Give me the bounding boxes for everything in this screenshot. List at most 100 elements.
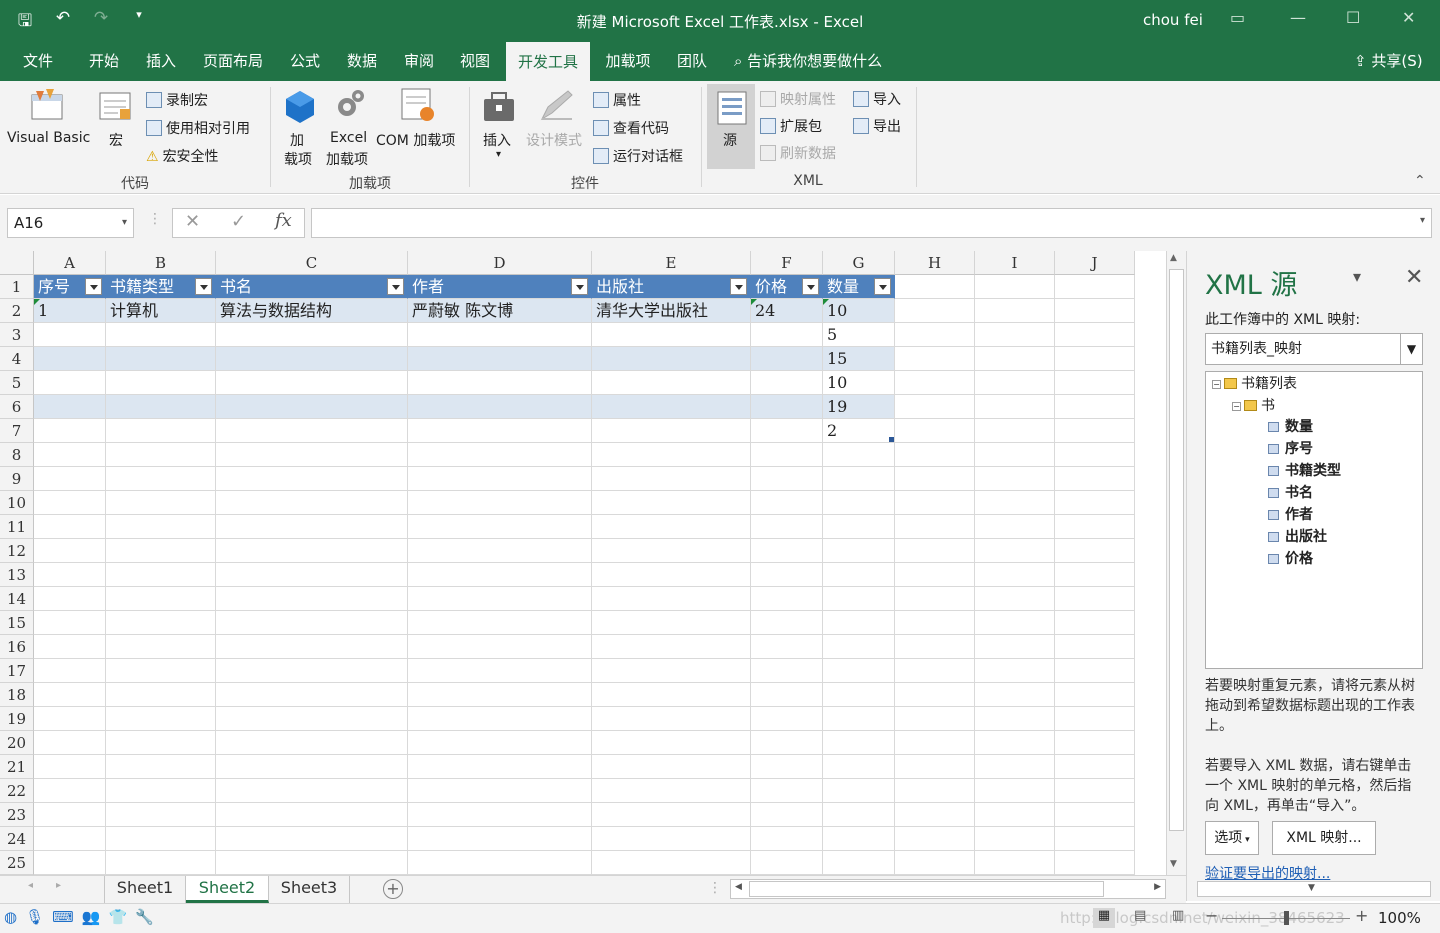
cell-h1[interactable] (895, 275, 975, 299)
cell-e11[interactable] (592, 515, 751, 539)
cell-d15[interactable] (408, 611, 592, 635)
properties-button[interactable]: 属性 (593, 90, 641, 110)
cell-c25[interactable] (216, 851, 408, 875)
cell-g5[interactable]: 10 (823, 371, 895, 395)
cell-j4[interactable] (1055, 347, 1135, 371)
scroll-up-icon[interactable]: ▲ (1170, 253, 1177, 263)
row-header-22[interactable]: 22 (0, 779, 34, 803)
cell-a25[interactable] (34, 851, 106, 875)
cell-f16[interactable] (751, 635, 823, 659)
cell-d6[interactable] (408, 395, 592, 419)
row-header-3[interactable]: 3 (0, 323, 34, 347)
cell-i17[interactable] (975, 659, 1055, 683)
row-header-16[interactable]: 16 (0, 635, 34, 659)
cell-j22[interactable] (1055, 779, 1135, 803)
cell-a5[interactable] (34, 371, 106, 395)
row-header-12[interactable]: 12 (0, 539, 34, 563)
cell-c20[interactable] (216, 731, 408, 755)
view-code-button[interactable]: 查看代码 (593, 118, 669, 138)
cell-a19[interactable] (34, 707, 106, 731)
tab-insert[interactable]: 插入 (137, 41, 185, 81)
tell-me-box[interactable]: ⌕ 告诉我你想要做什么 (734, 41, 882, 81)
prev-sheet-icon[interactable]: ◂ (28, 880, 33, 891)
cell-g2[interactable]: 10 (823, 299, 895, 323)
cell-a24[interactable] (34, 827, 106, 851)
cell-b5[interactable] (106, 371, 216, 395)
cell-a23[interactable] (34, 803, 106, 827)
cell-i25[interactable] (975, 851, 1055, 875)
cell-j8[interactable] (1055, 443, 1135, 467)
cell-b1[interactable]: 书籍类型 (106, 275, 216, 299)
cell-d16[interactable] (408, 635, 592, 659)
cell-h16[interactable] (895, 635, 975, 659)
scroll-left-icon[interactable]: ◀ (735, 882, 742, 892)
verify-map-link[interactable]: 验证要导出的映射... (1205, 863, 1330, 883)
tab-developer[interactable]: 开发工具 (506, 41, 590, 81)
cell-e10[interactable] (592, 491, 751, 515)
cell-a9[interactable] (34, 467, 106, 491)
cell-e2[interactable]: 清华大学出版社 (592, 299, 751, 323)
zoom-level[interactable]: 100% (1378, 909, 1421, 927)
minimize-icon[interactable]: — (1290, 8, 1306, 27)
cell-h4[interactable] (895, 347, 975, 371)
cell-j2[interactable] (1055, 299, 1135, 323)
pane-scrollbar[interactable]: ▼ (1197, 881, 1431, 897)
cell-a3[interactable] (34, 323, 106, 347)
cell-c2[interactable]: 算法与数据结构 (216, 299, 408, 323)
vertical-scrollbar[interactable]: ▲ ▼ (1166, 251, 1186, 875)
cell-c24[interactable] (216, 827, 408, 851)
row-header-23[interactable]: 23 (0, 803, 34, 827)
map-properties-button[interactable]: 映射属性 (760, 89, 836, 109)
cell-j3[interactable] (1055, 323, 1135, 347)
cell-a10[interactable] (34, 491, 106, 515)
cell-h9[interactable] (895, 467, 975, 491)
horizontal-scroll-thumb[interactable] (749, 881, 1104, 897)
tab-team[interactable]: 团队 (668, 41, 716, 81)
filter-dropdown-icon[interactable] (195, 278, 212, 295)
cell-d20[interactable] (408, 731, 592, 755)
cell-b23[interactable] (106, 803, 216, 827)
cell-j6[interactable] (1055, 395, 1135, 419)
cell-b7[interactable] (106, 419, 216, 443)
cell-i21[interactable] (975, 755, 1055, 779)
cell-j18[interactable] (1055, 683, 1135, 707)
cell-d9[interactable] (408, 467, 592, 491)
relative-ref-button[interactable]: 使用相对引用 (146, 118, 250, 138)
cell-e8[interactable] (592, 443, 751, 467)
cell-g17[interactable] (823, 659, 895, 683)
select-all-corner[interactable] (0, 251, 34, 275)
cell-c15[interactable] (216, 611, 408, 635)
users-icon[interactable]: 👥 (82, 908, 101, 926)
tree-element-publisher[interactable]: 出版社 (1268, 527, 1327, 547)
cell-b4[interactable] (106, 347, 216, 371)
cell-h19[interactable] (895, 707, 975, 731)
row-header-1[interactable]: 1 (0, 275, 34, 299)
cell-i4[interactable] (975, 347, 1055, 371)
cell-e3[interactable] (592, 323, 751, 347)
cell-c10[interactable] (216, 491, 408, 515)
cell-h6[interactable] (895, 395, 975, 419)
cell-f23[interactable] (751, 803, 823, 827)
cell-i22[interactable] (975, 779, 1055, 803)
tree-element-price[interactable]: 价格 (1268, 549, 1313, 569)
cell-b18[interactable] (106, 683, 216, 707)
cell-h25[interactable] (895, 851, 975, 875)
row-header-15[interactable]: 15 (0, 611, 34, 635)
design-mode-button[interactable]: 设计模式 (526, 130, 582, 150)
cell-e7[interactable] (592, 419, 751, 443)
cell-c13[interactable] (216, 563, 408, 587)
cell-g22[interactable] (823, 779, 895, 803)
cell-i12[interactable] (975, 539, 1055, 563)
cell-i15[interactable] (975, 611, 1055, 635)
close-window-icon[interactable]: ✕ (1402, 8, 1415, 27)
cell-a15[interactable] (34, 611, 106, 635)
row-header-13[interactable]: 13 (0, 563, 34, 587)
cell-e12[interactable] (592, 539, 751, 563)
tree-node-root[interactable]: − 书籍列表 (1212, 374, 1297, 394)
cell-g11[interactable] (823, 515, 895, 539)
user-name[interactable]: chou fei (1143, 11, 1203, 29)
column-header-a[interactable]: A (34, 251, 106, 275)
tab-file[interactable]: 文件 (14, 41, 62, 81)
zoom-slider-thumb[interactable] (1284, 911, 1289, 925)
tree-element-id[interactable]: 序号 (1268, 439, 1313, 459)
